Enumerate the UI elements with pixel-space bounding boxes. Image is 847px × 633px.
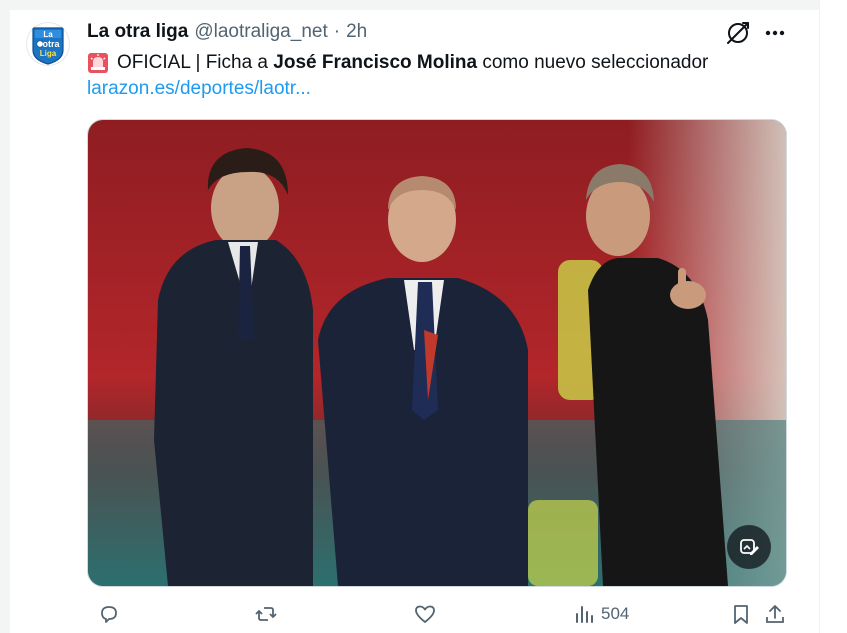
reply-icon [101, 606, 117, 623]
views-count: 504 [601, 604, 630, 623]
tweet-media-photo[interactable] [87, 119, 787, 587]
top-strip [10, 0, 820, 10]
tweet-header: La otra liga @laotraliga_net · 2h [87, 20, 367, 44]
tweet-text-suffix: como nuevo seleccionador [477, 52, 709, 73]
reply-button[interactable] [98, 603, 120, 625]
bookmark-button[interactable] [730, 603, 752, 625]
views-button[interactable]: 504 [573, 603, 629, 625]
like-button[interactable] [414, 603, 436, 625]
tweet-link[interactable]: larazon.es/deportes/laotr... [87, 77, 311, 101]
avatar-text-1: La [43, 30, 53, 39]
tweet-text-bold: José Francisco Molina [273, 52, 478, 73]
timestamp[interactable]: 2h [346, 21, 367, 43]
avatar-text-3: Liga [40, 49, 57, 58]
timeline-border [819, 0, 820, 633]
views-chart-icon [576, 606, 593, 623]
share-icon [766, 605, 784, 623]
share-button[interactable] [764, 603, 786, 625]
separator-dot: · [333, 21, 341, 42]
display-name[interactable]: La otra liga [87, 21, 188, 43]
tweet-text-prefix: OFICIAL | Ficha a [117, 52, 274, 73]
bookmark-icon [734, 605, 748, 624]
handle[interactable]: @laotraliga_net [194, 21, 327, 43]
media-edit-icon[interactable] [727, 525, 771, 569]
grok-icon[interactable] [724, 19, 752, 47]
more-dots-icon[interactable] [761, 19, 789, 47]
avatar-text-2: otra [42, 39, 60, 49]
heart-icon [415, 605, 435, 623]
tweet-text: OFICIAL | Ficha a José Francisco Molina … [87, 51, 708, 75]
siren-emoji-icon [88, 53, 108, 73]
avatar[interactable]: La otra Liga [26, 22, 70, 66]
retweet-icon [255, 607, 277, 621]
tweet-actions: 504 [87, 603, 787, 631]
retweet-button[interactable] [255, 603, 277, 625]
page-gutter [0, 0, 10, 633]
